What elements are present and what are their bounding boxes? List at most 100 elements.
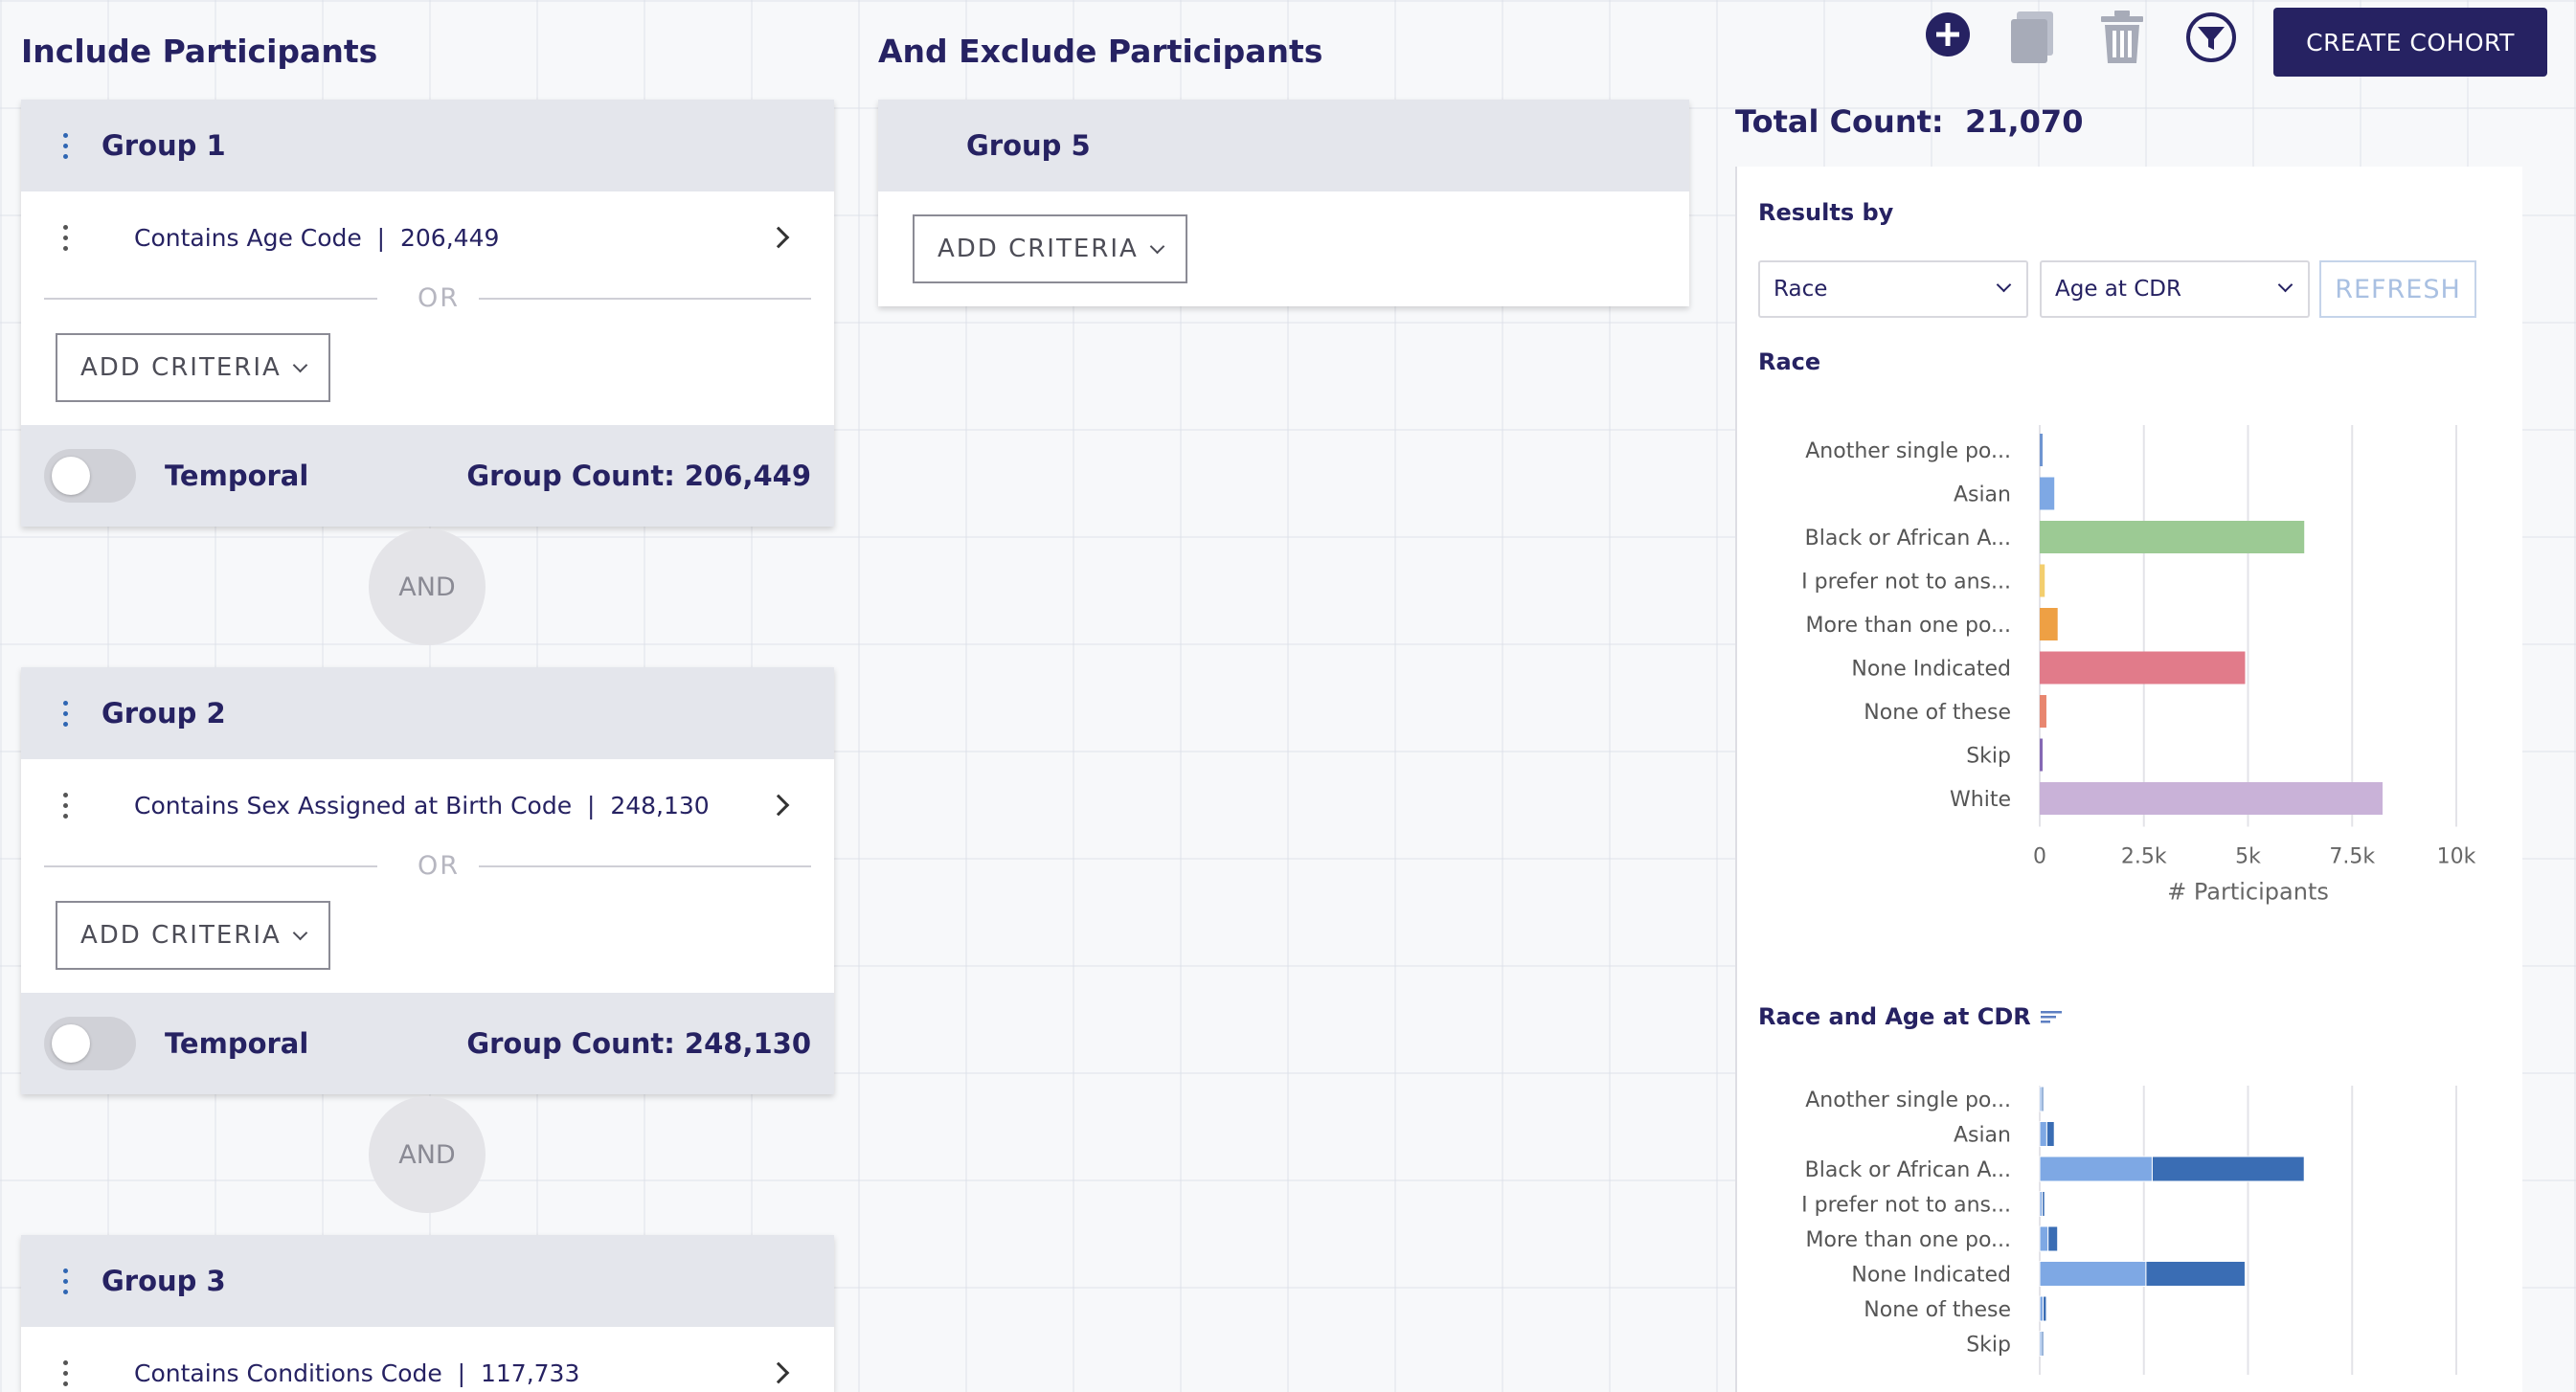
category-label: Skip <box>1966 1334 2011 1358</box>
filter-icon[interactable] <box>2185 11 2237 67</box>
x-tick-label: 2.5k <box>2121 845 2167 869</box>
copy-icon[interactable] <box>2009 10 2057 69</box>
criteria-row[interactable]: Contains Conditions Code | 117,733 <box>21 1327 834 1392</box>
bar[interactable] <box>2040 782 2384 815</box>
group-header: Group 5 <box>878 100 1689 191</box>
group-title: Group 3 <box>102 1265 226 1297</box>
stacked-bar-segment[interactable] <box>2039 1156 2153 1182</box>
category-label: Skip <box>1966 745 2011 769</box>
group-menu-icon[interactable] <box>61 132 69 159</box>
chevron-right-icon[interactable] <box>767 794 790 817</box>
criteria-separator: | <box>361 223 400 252</box>
bar[interactable] <box>2040 651 2246 685</box>
stacked-bar-segment[interactable] <box>2041 1331 2045 1357</box>
temporal-toggle[interactable] <box>44 1017 136 1070</box>
total-count-label: Total Count: <box>1735 103 1944 140</box>
category-label: More than one po... <box>1806 1228 2011 1252</box>
stacked-bar-segment[interactable] <box>2145 1261 2246 1287</box>
group-menu-icon[interactable] <box>61 1268 69 1294</box>
results-by-select-2[interactable]: Age at CDR <box>2040 260 2310 318</box>
group-header: Group 2 <box>21 667 834 759</box>
stacked-bar-segment[interactable] <box>2039 1121 2047 1147</box>
add-criteria-label: ADD CRITERIA <box>938 235 1139 263</box>
sort-icon[interactable] <box>2041 1004 2063 1031</box>
and-connector: AND <box>369 528 486 645</box>
exclude-title: And Exclude Participants <box>878 33 1323 70</box>
category-label: I prefer not to ans... <box>1801 571 2011 595</box>
chevron-down-icon <box>292 357 308 372</box>
bar[interactable] <box>2040 477 2055 510</box>
add-criteria-button[interactable]: ADD CRITERIA <box>56 333 330 402</box>
stacked-bar-segment[interactable] <box>2042 1295 2047 1322</box>
x-axis-label: # Participants <box>2167 879 2329 906</box>
criteria-row[interactable]: Contains Sex Assigned at Birth Code | 24… <box>21 759 834 851</box>
group-header: Group 1 <box>21 100 834 191</box>
trash-icon[interactable] <box>2099 10 2145 69</box>
refresh-button[interactable]: REFRESH <box>2319 260 2476 318</box>
chevron-down-icon <box>1996 277 2012 293</box>
stacked-bar-segment[interactable] <box>2041 1086 2045 1112</box>
stacked-bar-segment[interactable] <box>2039 1225 2049 1252</box>
x-tick-label: 0 <box>2033 845 2046 869</box>
group-card-1: Group 1 Contains Age Code | 206,449 OR A… <box>21 100 834 527</box>
or-divider: OR <box>44 283 811 313</box>
category-label: Another single po... <box>1805 1089 2011 1112</box>
criteria-text: Contains Age Code | 206,449 <box>134 224 771 252</box>
category-label: Black or African A... <box>1805 527 2011 550</box>
chart2-title: Race and Age at CDR <box>1758 1003 2063 1031</box>
group-card-3: Group 3 Contains Conditions Code | 117,7… <box>21 1235 834 1392</box>
or-divider: OR <box>44 851 811 881</box>
stacked-bar-segment[interactable] <box>2047 1225 2059 1252</box>
stacked-bar-segment[interactable] <box>2042 1191 2045 1217</box>
criteria-row[interactable]: Contains Age Code | 206,449 <box>21 191 834 283</box>
bar[interactable] <box>2040 608 2058 640</box>
x-tick-label: 5k <box>2235 845 2261 869</box>
select-value: Age at CDR <box>2055 277 2181 302</box>
category-label: Asian <box>1954 1124 2011 1148</box>
results-by-label: Results by <box>1758 199 1894 226</box>
category-label: White <box>1950 788 2011 812</box>
criteria-menu-icon[interactable] <box>61 1359 69 1386</box>
group-title: Group 1 <box>102 129 226 162</box>
stacked-bar-segment[interactable] <box>2039 1261 2147 1287</box>
include-title: Include Participants <box>21 33 378 70</box>
group-footer: Temporal Group Count: 206,449 <box>21 425 834 527</box>
criteria-menu-icon[interactable] <box>61 224 69 251</box>
category-label: Black or African A... <box>1805 1158 2011 1182</box>
criteria-menu-icon[interactable] <box>61 792 69 819</box>
results-by-select-1[interactable]: Race <box>1758 260 2028 318</box>
bar[interactable] <box>2040 695 2046 728</box>
chevron-right-icon[interactable] <box>767 1361 790 1384</box>
criteria-count: 248,130 <box>610 791 710 819</box>
add-criteria-button[interactable]: ADD CRITERIA <box>56 901 330 970</box>
bar[interactable] <box>2040 738 2043 772</box>
criteria-separator: | <box>572 791 611 819</box>
stacked-bar-segment[interactable] <box>2045 1121 2055 1147</box>
plus-circle-icon[interactable] <box>1925 11 1971 61</box>
chart1-title: Race <box>1758 348 1821 375</box>
criteria-text: Contains Sex Assigned at Birth Code | 24… <box>134 792 771 819</box>
total-count-value: 21,070 <box>1964 103 2084 140</box>
category-label: Asian <box>1954 483 2011 507</box>
criteria-text: Contains Conditions Code | 117,733 <box>134 1359 771 1387</box>
criteria-separator: | <box>441 1358 481 1387</box>
group-menu-icon[interactable] <box>61 700 69 727</box>
criteria-label: Contains Age Code <box>134 223 362 252</box>
criteria-count: 117,733 <box>480 1358 580 1387</box>
group-title: Group 2 <box>102 697 226 730</box>
bar[interactable] <box>2040 564 2045 597</box>
add-criteria-label: ADD CRITERIA <box>80 921 282 950</box>
chevron-down-icon <box>2277 277 2294 293</box>
create-cohort-button[interactable]: CREATE COHORT <box>2273 8 2547 77</box>
chevron-right-icon[interactable] <box>767 226 790 249</box>
category-label: More than one po... <box>1806 614 2011 638</box>
bar[interactable] <box>2040 521 2305 553</box>
chevron-down-icon <box>1149 238 1165 254</box>
and-connector: AND <box>369 1096 486 1213</box>
add-criteria-button[interactable]: ADD CRITERIA <box>913 214 1187 283</box>
bar[interactable] <box>2040 434 2043 466</box>
stacked-bar-segment[interactable] <box>2151 1156 2305 1182</box>
temporal-toggle[interactable] <box>44 449 136 503</box>
group-card-5: Group 5 ADD CRITERIA <box>878 100 1689 306</box>
stacked-bar-segment[interactable] <box>2039 1295 2044 1322</box>
